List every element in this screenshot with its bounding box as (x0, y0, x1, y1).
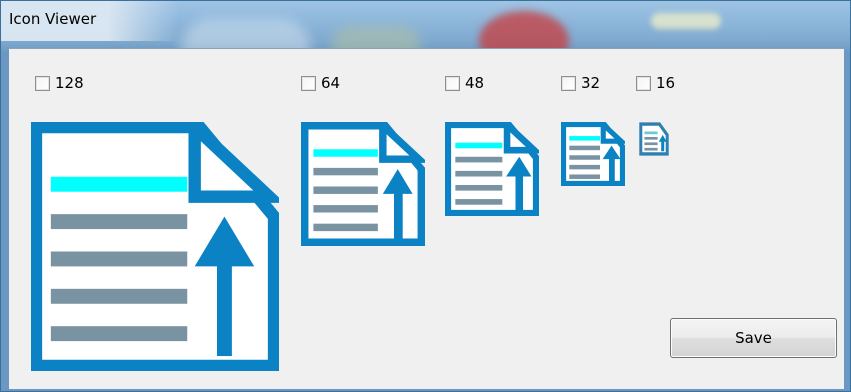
checkbox-box[interactable] (35, 75, 50, 91)
save-button[interactable]: Save (670, 318, 837, 358)
icon-viewer-window: Icon Viewer 128 64 48 32 16 Save (0, 0, 851, 392)
checkbox-box[interactable] (561, 75, 576, 91)
checkbox-label: 32 (581, 74, 601, 92)
save-button-label: Save (735, 329, 772, 347)
checkbox-label: 16 (656, 74, 676, 92)
document-upload-icon-32 (561, 122, 625, 186)
checkbox-label: 128 (55, 74, 84, 92)
size-checkbox-48[interactable]: 48 (445, 73, 484, 93)
size-checkbox-128[interactable]: 128 (35, 73, 84, 93)
checkbox-label: 64 (321, 74, 341, 92)
document-upload-icon-64 (301, 122, 425, 246)
client-area: 128 64 48 32 16 Save (9, 48, 844, 389)
document-upload-icon-16 (639, 122, 669, 156)
document-upload-icon-128 (31, 122, 279, 371)
title-bar[interactable]: Icon Viewer (1, 1, 850, 49)
checkbox-box[interactable] (636, 75, 651, 91)
document-upload-icon-48 (445, 122, 539, 216)
size-checkbox-16[interactable]: 16 (636, 73, 675, 93)
size-checkbox-64[interactable]: 64 (301, 73, 340, 93)
size-checkbox-32[interactable]: 32 (561, 73, 600, 93)
checkbox-label: 48 (465, 74, 485, 92)
checkbox-box[interactable] (301, 75, 316, 91)
checkbox-box[interactable] (445, 75, 460, 91)
window-title: Icon Viewer (9, 10, 97, 28)
